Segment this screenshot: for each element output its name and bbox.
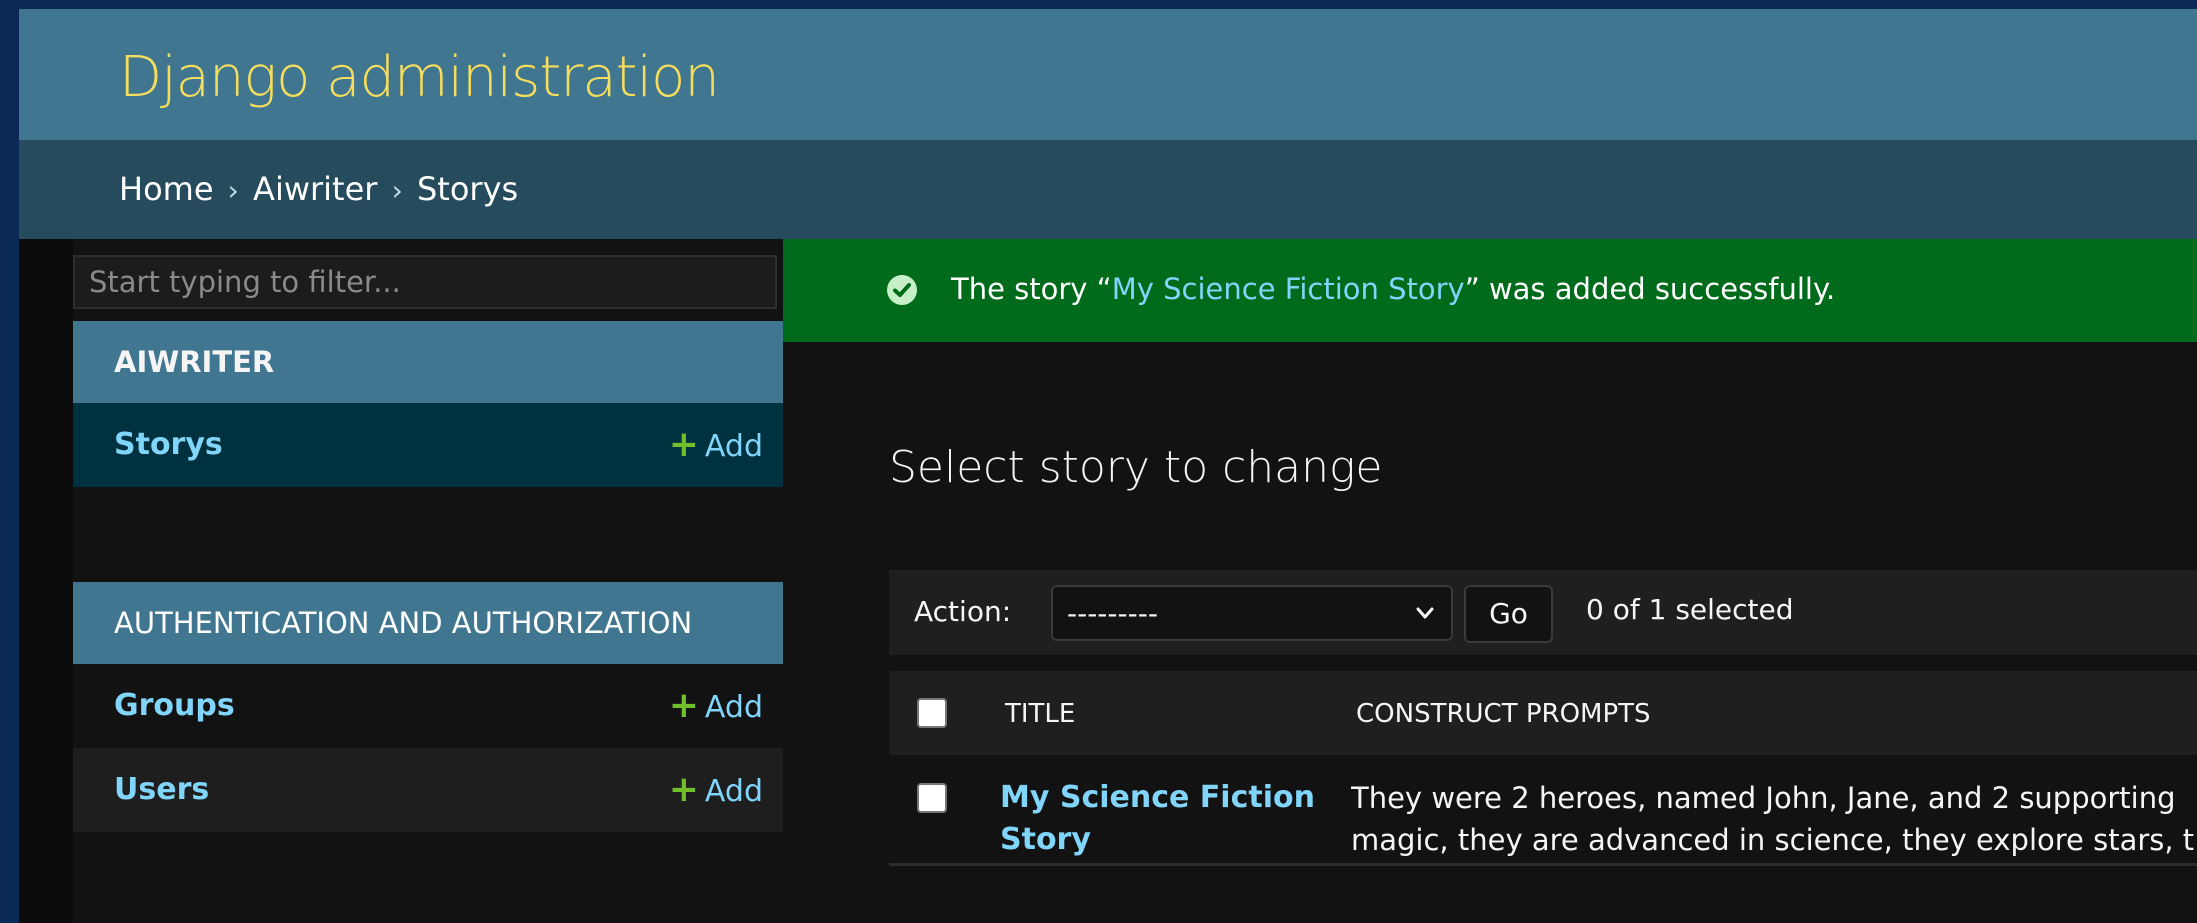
action-label: Action:: [914, 595, 1012, 628]
message-story-link[interactable]: My Science Fiction Story: [1112, 272, 1465, 306]
add-label: Add: [704, 429, 763, 464]
column-header-title[interactable]: TITLE: [1005, 699, 1075, 729]
breadcrumb-separator: ›: [227, 174, 239, 207]
breadcrumb-trail: Home › Aiwriter › Storys: [119, 170, 518, 208]
row-select-checkbox[interactable]: [917, 783, 947, 813]
add-label: Add: [704, 690, 763, 725]
sidebar-item-label[interactable]: Users: [114, 772, 209, 807]
construct-prompts-cell: They were 2 heroes, named John, Jane, an…: [1351, 777, 2197, 861]
add-label: Add: [704, 774, 763, 809]
sidebar-item-users: Users + Add: [73, 748, 783, 832]
column-header-construct-prompts[interactable]: CONSTRUCT PROMPTS: [1356, 699, 1651, 729]
prompts-line: They were 2 heroes, named John, Jane, an…: [1351, 781, 2176, 815]
chevron-down-icon: [1416, 607, 1434, 619]
sidebar-item-storys: Storys + Add: [73, 403, 783, 487]
story-title-line: Story: [1000, 822, 1091, 857]
nav-sidebar-toggle-gutter[interactable]: [19, 239, 73, 923]
app-caption-auth[interactable]: AUTHENTICATION AND AUTHORIZATION: [73, 582, 783, 664]
action-selected-option: ---------: [1067, 597, 1158, 630]
success-message: The story “My Science Fiction Story” was…: [783, 239, 2197, 342]
breadcrumb-home[interactable]: Home: [119, 170, 214, 208]
header: Django administration: [19, 9, 2197, 140]
admin-window: Django administration Home › Aiwriter › …: [19, 9, 2197, 923]
success-message-text: The story “My Science Fiction Story” was…: [951, 272, 1835, 306]
actions-bar: Action: --------- Go 0 of 1 selected: [889, 570, 2197, 655]
main-content: The story “My Science Fiction Story” was…: [783, 239, 2197, 923]
breadcrumb-separator: ›: [391, 174, 403, 207]
plus-icon: +: [668, 424, 699, 465]
add-groups-button[interactable]: + Add: [669, 664, 763, 750]
prompts-line: magic, they are advanced in science, the…: [1351, 823, 2195, 857]
message-prefix: The story “: [951, 272, 1112, 306]
sidebar-item-label[interactable]: Storys: [114, 427, 223, 462]
go-button[interactable]: Go: [1464, 585, 1553, 643]
select-all-checkbox[interactable]: [917, 698, 947, 728]
message-suffix: ” was added successfully.: [1464, 272, 1836, 306]
add-storys-button[interactable]: + Add: [669, 403, 763, 489]
add-users-button[interactable]: + Add: [669, 748, 763, 834]
story-title-link[interactable]: My Science Fiction Story: [1000, 777, 1320, 861]
nav-sidebar: AIWRITER Storys +Add AUTHENTICATION AND …: [73, 239, 783, 923]
site-branding[interactable]: Django administration: [119, 45, 720, 110]
table-row: My Science Fiction Story They were 2 her…: [889, 755, 2197, 866]
sidebar-item-label[interactable]: Groups: [114, 688, 235, 723]
story-title-line: My Science Fiction: [1000, 780, 1315, 815]
breadcrumb-aiwriter[interactable]: Aiwriter: [253, 170, 377, 208]
app-caption-aiwriter[interactable]: AIWRITER: [73, 321, 783, 403]
plus-icon: +: [668, 769, 699, 810]
table-header: TITLE CONSTRUCT PROMPTS: [889, 671, 2197, 755]
selection-counter: 0 of 1 selected: [1586, 593, 1794, 626]
action-select[interactable]: ---------: [1051, 585, 1453, 641]
check-circle-icon: [887, 275, 917, 305]
breadcrumb: Home › Aiwriter › Storys: [19, 140, 2197, 239]
page-title: Select story to change: [889, 442, 1383, 493]
sidebar-item-groups: Groups + Add: [73, 664, 783, 748]
plus-icon: +: [668, 685, 699, 726]
nav-filter-input[interactable]: [73, 255, 777, 309]
breadcrumb-current: Storys: [416, 170, 519, 208]
